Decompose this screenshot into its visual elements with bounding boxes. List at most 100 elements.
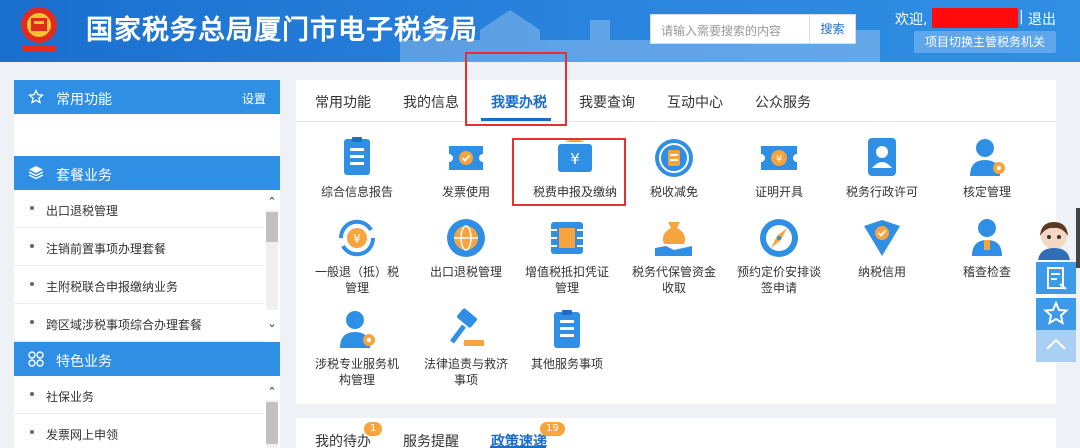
tile-custody-funds[interactable]: 税务代保管资金 收取 <box>619 216 729 296</box>
main-panel: 常用功能 我的信息 我要办税 我要查询 互动中心 公众服务 综合信息报告 发票使… <box>296 52 1056 404</box>
tile-label-line1: 涉税专业服务机 <box>314 357 399 371</box>
sidebar-item-label: 发票网上申领 <box>46 428 119 442</box>
scroll-up-arrow-icon[interactable]: ⌃ <box>266 386 278 398</box>
tile-label-line2: 事项 <box>453 373 478 387</box>
tab-service-reminder[interactable]: 服务提醒 <box>403 431 459 448</box>
tile-invoice-use[interactable]: 发票使用 <box>411 136 521 202</box>
yuan-ticket-icon: ¥ <box>761 146 797 170</box>
tile-professional-service[interactable]: 涉税专业服务机 构管理 <box>302 308 412 388</box>
sidebar-item[interactable]: 社保业务 <box>14 376 264 414</box>
feedback-button[interactable] <box>1036 262 1076 294</box>
tile-tax-declare-pay[interactable]: ¥ 税费申报及缴纳 <box>520 136 630 202</box>
username-redacted <box>932 8 1018 28</box>
star-icon <box>1043 300 1069 326</box>
voucher-icon <box>551 222 583 254</box>
tab-bar: 常用功能 我的信息 我要办税 我要查询 互动中心 公众服务 <box>296 80 1056 122</box>
bullet-icon <box>30 430 34 434</box>
sidebar-header-special[interactable]: 特色业务 <box>14 342 280 376</box>
active-tab-indicator <box>481 118 551 121</box>
tile-label: 涉税专业服务机 构管理 <box>302 356 412 388</box>
tab-common[interactable]: 常用功能 <box>315 92 371 112</box>
sidebar: 常用功能 设置 套餐业务 出口退税管理 注销前置事项办理套餐 主附税联合申报缴纳… <box>14 80 280 448</box>
tile-label: 纳税信用 <box>857 265 906 279</box>
sidebar-item-label: 出口退税管理 <box>46 204 119 218</box>
tab-do-tax[interactable]: 我要办税 <box>491 92 547 112</box>
settings-link[interactable]: 设置 <box>242 90 266 107</box>
sidebar-header-common[interactable]: 常用功能 设置 <box>14 80 280 114</box>
yuan-refresh-icon: ¥ <box>338 219 376 257</box>
tile-audit-inspection[interactable]: 稽查检查 <box>932 216 1042 296</box>
search-input[interactable]: 请输入需要搜索的内容 <box>650 14 810 44</box>
switch-tax-authority-button[interactable]: 项目切换主管税务机关 <box>914 31 1056 53</box>
tile-tax-credit[interactable]: 纳税信用 <box>827 216 937 296</box>
tile-legal-remedy[interactable]: 法律追责与救济 事项 <box>411 308 521 388</box>
favorite-button[interactable] <box>1036 298 1076 330</box>
bullet-icon <box>30 282 34 286</box>
tile-label-line1: 增值税抵扣凭证 <box>524 265 609 279</box>
sidebar-item[interactable]: 出口退税管理 <box>14 190 264 228</box>
sidebar-header-label: 特色业务 <box>56 354 112 370</box>
clipboard-icon <box>554 310 580 348</box>
sidebar-item[interactable]: 主附税联合申报缴纳业务 <box>14 266 264 304</box>
tab-interaction[interactable]: 互动中心 <box>667 92 723 112</box>
chevron-up-icon <box>1046 338 1066 350</box>
tile-admin-license[interactable]: 税务行政许可 <box>827 136 937 202</box>
tab-my-todo[interactable]: 我的待办 <box>315 431 371 448</box>
shield-check-icon <box>864 220 900 256</box>
tile-label-line2: 收取 <box>661 281 686 295</box>
tile-label: 税务行政许可 <box>845 185 918 199</box>
document-list-icon <box>344 137 370 175</box>
sidebar-header-package[interactable]: 套餐业务 <box>14 156 280 190</box>
edit-document-icon <box>1047 267 1067 290</box>
scrollbar-thumb[interactable] <box>266 212 278 242</box>
tile-label: 稽查检查 <box>962 265 1011 279</box>
tile-label: 增值税抵扣凭证 管理 <box>512 264 622 296</box>
money-bag-hand-icon <box>655 222 692 256</box>
tile-apa-application[interactable]: 预约定价安排谈 签申请 <box>724 216 834 296</box>
tile-vat-voucher[interactable]: 增值税抵扣凭证 管理 <box>512 216 622 296</box>
sidebar-item[interactable]: 跨区域涉税事项综合办理套餐 <box>14 304 264 342</box>
scroll-up-arrow-icon[interactable]: ⌃ <box>266 196 278 208</box>
tab-public-service[interactable]: 公众服务 <box>755 92 811 112</box>
tile-label: 其他服务事项 <box>530 357 603 371</box>
sidebar-item[interactable]: 注销前置事项办理套餐 <box>14 228 264 266</box>
tile-export-refund[interactable]: 出口退税管理 <box>411 216 521 296</box>
back-to-top-button[interactable] <box>1036 330 1076 362</box>
tile-label-line1: 税务代保管资金 <box>631 265 716 279</box>
scrollbar-thumb[interactable] <box>266 402 278 444</box>
tile-info-report[interactable]: 综合信息报告 <box>302 136 412 202</box>
logout-link[interactable]: 退出 <box>1028 9 1056 29</box>
scroll-down-arrow-icon[interactable]: ⌄ <box>266 318 278 330</box>
svg-text:¥: ¥ <box>776 154 782 165</box>
tile-tax-relief[interactable]: 税收减免 <box>619 136 729 202</box>
tile-label-line2: 管理 <box>554 281 579 295</box>
tile-label: 一般退（抵）税 管理 <box>302 264 412 296</box>
tile-label: 预约定价安排谈 签申请 <box>724 264 834 296</box>
sidebar-item-label: 主附税联合申报缴纳业务 <box>46 280 179 294</box>
tile-other-services[interactable]: 其他服务事项 <box>512 308 622 388</box>
tile-label: 税务代保管资金 收取 <box>619 264 729 296</box>
coin-stack-icon <box>655 139 693 177</box>
tile-label-line1: 一般退（抵）税 <box>314 265 399 279</box>
user-gear-icon <box>970 139 1005 176</box>
tab-my-info[interactable]: 我的信息 <box>403 92 459 112</box>
bullet-icon <box>30 244 34 248</box>
user-gear-icon <box>340 311 375 348</box>
sidebar-item-label: 社保业务 <box>46 390 95 404</box>
package-icon <box>28 166 44 180</box>
site-title: 国家税务总局厦门市电子税务局 <box>86 15 478 46</box>
user-icon <box>972 219 1002 256</box>
bullet-icon <box>30 392 34 396</box>
tile-verification[interactable]: 核定管理 <box>932 136 1042 202</box>
search-button[interactable]: 搜索 <box>810 14 856 44</box>
bullet-icon <box>30 206 34 210</box>
compass-icon <box>760 219 798 257</box>
sidebar-item[interactable]: 发票网上申领 <box>14 414 264 448</box>
sidebar-item-label: 注销前置事项办理套餐 <box>46 242 167 256</box>
sidebar-item-label: 跨区域涉税事项综合办理套餐 <box>46 318 203 332</box>
assistant-avatar-icon[interactable] <box>1032 218 1076 262</box>
tile-certificate[interactable]: ¥ 证明开具 <box>724 136 834 202</box>
tab-query[interactable]: 我要查询 <box>579 92 635 112</box>
window-edge <box>1076 208 1080 268</box>
tile-tax-refund[interactable]: ¥ 一般退（抵）税 管理 <box>302 216 412 296</box>
